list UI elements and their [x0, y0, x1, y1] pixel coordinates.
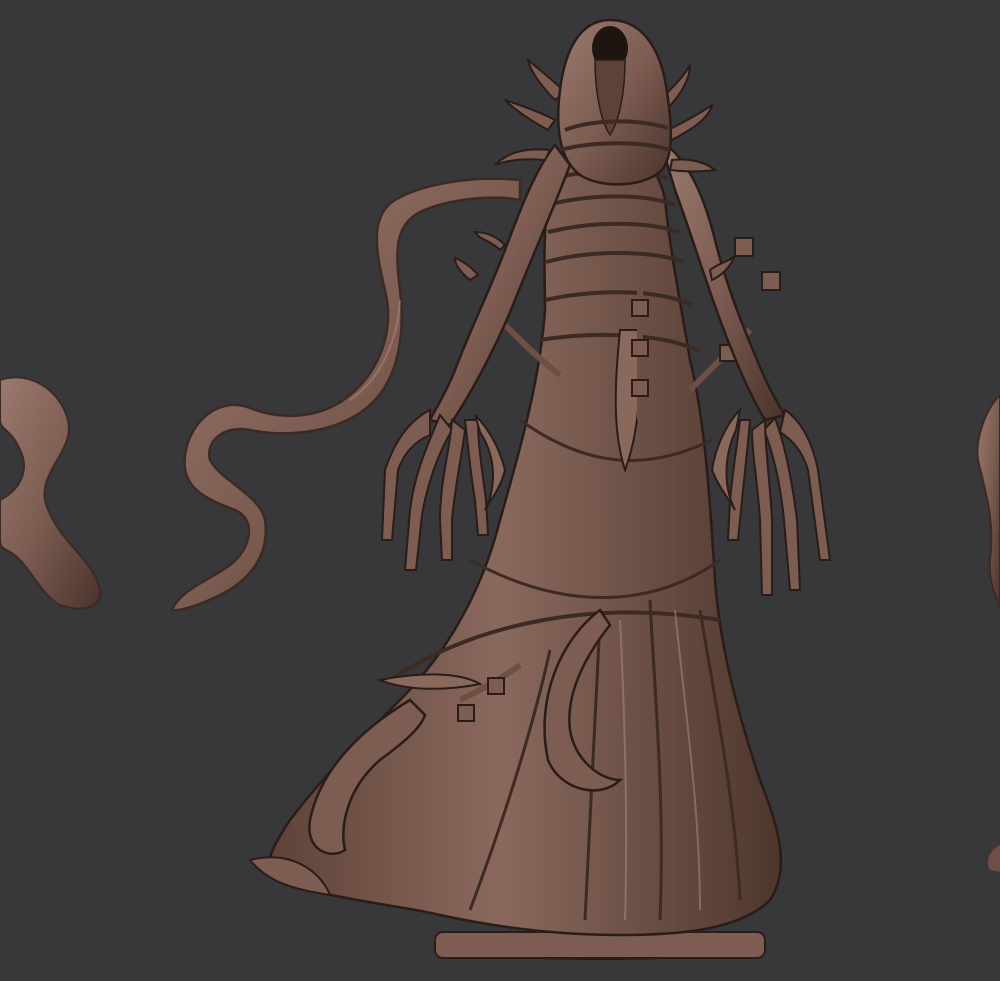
sculpt-scene: [0, 0, 1000, 981]
sculpt-viewport[interactable]: [0, 0, 1000, 981]
